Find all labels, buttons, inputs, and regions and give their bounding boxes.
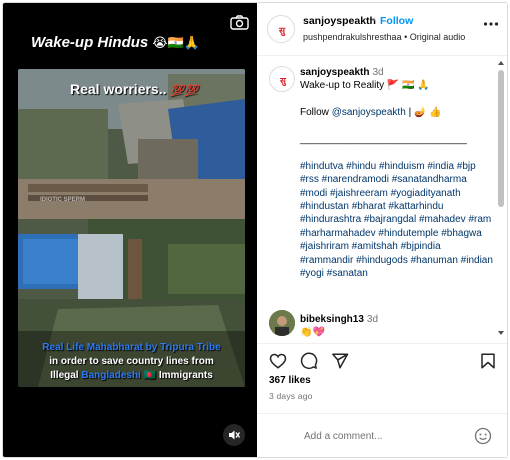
separator-dot: •: [372, 15, 376, 26]
video-frame[interactable]: Real worriers.. 💯💯 IDIOTIC SPERM Real Li…: [18, 69, 245, 387]
comment-text: 👏💖: [300, 327, 325, 338]
comment-input[interactable]: [304, 428, 464, 444]
video-heading: Real worriers.. 💯💯: [70, 81, 198, 97]
commenter-avatar[interactable]: [269, 310, 295, 336]
bookmark-icon[interactable]: [479, 352, 497, 370]
mute-button[interactable]: [223, 424, 245, 446]
scroll-up-arrow-icon[interactable]: [498, 60, 504, 66]
caption-time: 3d: [372, 67, 384, 78]
caption-line-1: Wake-up to Reality 🚩 🇮🇳 🙏: [300, 80, 430, 92]
camera-icon[interactable]: [230, 15, 249, 30]
video-caption: Real Life Mahabharat by Tripura Tribe in…: [42, 342, 221, 381]
media-viewer[interactable]: Wake-up Hindus 😭🇮🇳🙏 Real worriers.. 💯💯 I…: [3, 3, 257, 457]
share-icon[interactable]: [331, 352, 349, 370]
audio-attribution[interactable]: pushpendrakulshresthaa • Original audio: [303, 32, 465, 42]
more-options-icon[interactable]: [483, 21, 499, 27]
author-logo: सु: [271, 68, 294, 91]
smiley-icon[interactable]: [474, 427, 492, 445]
post-caption: sanjoyspeakth 3d Wake-up to Reality 🚩 🇮🇳 …: [300, 66, 495, 281]
author-username[interactable]: sanjoyspeakth: [303, 15, 376, 27]
caption-divider: ______________________________: [300, 134, 467, 146]
post-header: सु sanjoyspeakth • Follow pushpendrakuls…: [257, 3, 507, 56]
svg-text:सु: सु: [278, 27, 286, 37]
video-overlay-title: Wake-up Hindus 😭🇮🇳🙏: [31, 34, 200, 51]
follow-button[interactable]: Follow: [380, 15, 413, 27]
scroll-down-arrow-icon[interactable]: [498, 330, 504, 336]
comment-item: bibeksingh13 3d 👏💖: [300, 313, 378, 339]
mention-link[interactable]: @sanjoyspeakth: [332, 107, 406, 118]
post-side-panel: सु sanjoyspeakth • Follow pushpendrakuls…: [257, 3, 507, 457]
commenter-photo: [269, 310, 295, 336]
caption-author-avatar[interactable]: सु: [269, 66, 295, 92]
comment-time: 3d: [366, 314, 379, 325]
heart-icon[interactable]: [269, 352, 287, 370]
video-watermark: IDIOTIC SPERM: [40, 197, 86, 203]
post-actions: 367 likes 3 days ago: [257, 343, 507, 413]
add-comment-bar: [257, 413, 507, 457]
likes-count[interactable]: 367 likes: [269, 375, 311, 386]
post-modal: Wake-up Hindus 😭🇮🇳🙏 Real worriers.. 💯💯 I…: [2, 2, 508, 458]
video-scene-image: [18, 69, 245, 387]
commenter-username[interactable]: bibeksingh13: [300, 314, 364, 325]
post-timestamp: 3 days ago: [269, 391, 313, 401]
mute-icon: [229, 430, 241, 440]
comment-icon[interactable]: [300, 352, 318, 370]
comments-scrollbar[interactable]: [498, 70, 504, 207]
hashtags[interactable]: #hindutva #hindu #hinduism #india #bjp #…: [300, 161, 493, 279]
author-logo: सु: [269, 17, 294, 42]
comments-section[interactable]: सु sanjoyspeakth 3d Wake-up to Reality 🚩 …: [257, 56, 507, 343]
caption-username[interactable]: sanjoyspeakth: [300, 67, 369, 78]
author-avatar[interactable]: सु: [267, 15, 295, 43]
